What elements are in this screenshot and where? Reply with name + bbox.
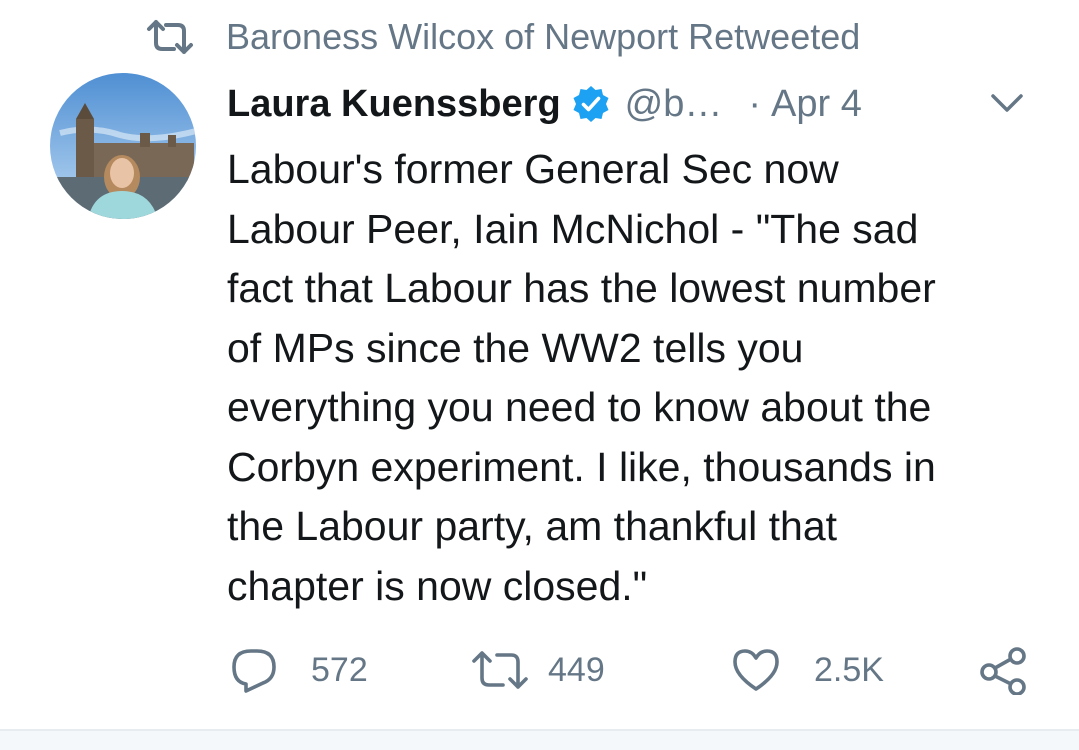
- like-count: 2.5K: [814, 650, 884, 689]
- reply-count: 572: [311, 650, 368, 689]
- share-icon: [978, 645, 1028, 695]
- tweet-actions: 572 449 2.5K: [0, 640, 1079, 700]
- author-display-name[interactable]: Laura Kuenssberg: [227, 83, 561, 126]
- tweet-text: Labour's former General Sec now Labour P…: [227, 146, 936, 609]
- retweet-icon: [144, 14, 196, 60]
- like-button[interactable]: 2.5K: [730, 640, 884, 700]
- reply-icon: [229, 646, 279, 694]
- retweet-context-text: Baroness Wilcox of Newport Retweeted: [226, 16, 861, 57]
- tweet-header: Laura Kuenssberg @b… · Apr 4: [227, 78, 1027, 130]
- heart-icon: [730, 646, 782, 694]
- header-separator: ·: [748, 82, 762, 125]
- tweet[interactable]: Baroness Wilcox of Newport Retweeted Lau…: [0, 0, 1079, 730]
- verified-badge-icon: [571, 84, 611, 124]
- chevron-down-icon[interactable]: [985, 88, 1029, 118]
- retweet-icon: [470, 646, 530, 694]
- author-handle[interactable]: @b…: [625, 83, 723, 126]
- retweet-context: Baroness Wilcox of Newport Retweeted: [144, 14, 860, 60]
- avatar[interactable]: [50, 73, 196, 219]
- next-item-background: [0, 731, 1079, 750]
- reply-button[interactable]: 572: [229, 640, 368, 700]
- tweet-date[interactable]: Apr 4: [771, 83, 862, 126]
- retweet-button[interactable]: 449: [470, 640, 605, 700]
- share-button[interactable]: [978, 640, 1028, 700]
- retweet-count: 449: [548, 650, 605, 689]
